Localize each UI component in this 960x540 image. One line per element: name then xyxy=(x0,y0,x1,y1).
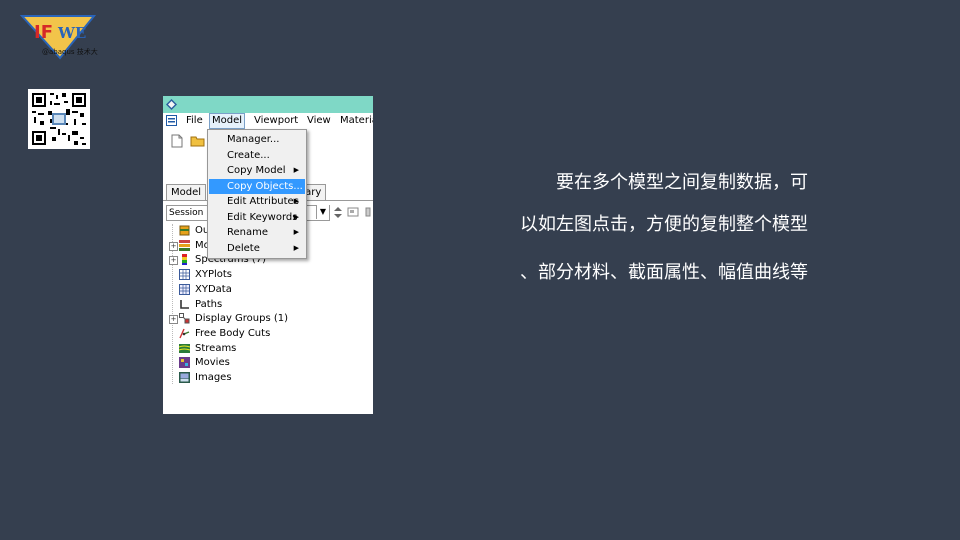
movies-icon xyxy=(179,357,190,369)
menu-item-create[interactable]: Create... xyxy=(209,148,305,163)
tree-item-label: Streams xyxy=(195,342,237,354)
tree-item-display-groups[interactable]: + Display Groups (1) xyxy=(167,312,367,326)
submenu-arrow-icon: ▶ xyxy=(293,197,299,205)
menu-item-rename[interactable]: Rename ▶ xyxy=(209,225,305,240)
tree-item-label: Display Groups (1) xyxy=(195,313,289,325)
tree-item-free-body-cuts[interactable]: Free Body Cuts xyxy=(167,327,367,341)
submenu-arrow-icon: ▶ xyxy=(293,243,299,252)
new-file-icon[interactable] xyxy=(171,134,183,148)
menu-file[interactable]: File xyxy=(186,115,203,126)
logo-subtext: @abaqus 技术大 xyxy=(42,48,98,56)
path-icon xyxy=(180,299,189,309)
submenu-arrow-icon: ▶ xyxy=(293,166,299,174)
menu-item-label: Delete xyxy=(227,242,260,254)
menu-item-label: Manager... xyxy=(227,134,280,145)
images-icon xyxy=(179,372,190,383)
filter-icon[interactable] xyxy=(347,206,359,218)
abaqus-screenshot: File Model Viewport View Materia Model r… xyxy=(163,96,373,414)
menu-item-label: Edit Attributes xyxy=(227,196,299,207)
menu-material[interactable]: Materia xyxy=(340,115,373,126)
chevron-down-icon[interactable]: ▼ xyxy=(316,205,329,219)
sort-arrows-icon[interactable] xyxy=(333,206,343,219)
menu-item-label: Copy Model xyxy=(227,165,286,176)
menu-item-delete[interactable]: Delete ▶ xyxy=(209,241,305,256)
menu-item-label: Copy Objects... xyxy=(227,180,303,192)
expand-icon[interactable]: + xyxy=(169,241,178,251)
output-db-icon xyxy=(179,225,190,236)
tree-item-label: Free Body Cuts xyxy=(195,327,271,339)
tree-item-xyplots[interactable]: XYPlots xyxy=(167,268,367,282)
toolbar-more-icon[interactable] xyxy=(364,206,372,218)
menubar: File Model Viewport View Materia xyxy=(163,113,373,129)
window-titlebar xyxy=(163,96,373,113)
expand-icon[interactable]: + xyxy=(169,256,178,266)
window-menu-icon[interactable] xyxy=(166,115,177,126)
streams-icon xyxy=(179,343,190,353)
description-line-1: 要在多个模型之间复制数据，可 xyxy=(556,172,808,193)
menu-item-label: Create... xyxy=(227,149,270,161)
abaqus-app-icon xyxy=(166,99,177,110)
description-line-3: 、部分材料、截面属性、幅值曲线等 xyxy=(520,262,808,283)
menu-item-label: Rename xyxy=(227,227,269,238)
tab-model[interactable]: Model xyxy=(166,184,207,200)
tree-item-images[interactable]: Images xyxy=(167,371,367,385)
tree-item-movies[interactable]: Movies xyxy=(167,356,367,370)
tree-item-paths[interactable]: Paths xyxy=(167,298,367,312)
menu-item-manager[interactable]: Manager... xyxy=(209,132,305,147)
submenu-arrow-icon: ▶ xyxy=(293,212,299,221)
model-menu-dropdown: Manager... Create... Copy Model ▶ Copy O… xyxy=(207,129,307,259)
description-line-2: 以如左图点击，方便的复制整个模型 xyxy=(520,214,808,235)
menu-model[interactable]: Model xyxy=(209,113,246,129)
xyplot-icon xyxy=(179,269,190,281)
menu-item-edit-attributes[interactable]: Edit Attributes ▶ xyxy=(209,194,305,209)
tree-item-label: XYData xyxy=(195,283,232,295)
submenu-arrow-icon: ▶ xyxy=(293,228,299,236)
tree-item-label: Movies xyxy=(195,357,230,369)
expand-icon[interactable]: + xyxy=(169,315,178,325)
menu-viewport[interactable]: Viewport xyxy=(254,115,298,126)
tree-item-streams[interactable]: Streams xyxy=(167,342,367,356)
qr-code xyxy=(28,89,90,149)
menu-item-edit-keywords[interactable]: Edit Keywords ▶ xyxy=(209,210,305,225)
display-group-icon xyxy=(179,313,190,324)
spectrum-icon xyxy=(182,254,187,266)
logo-if-text: IF xyxy=(34,22,53,43)
model-stack-icon xyxy=(179,239,190,251)
logo-we-text: WE xyxy=(57,24,86,42)
tree-item-label: Paths xyxy=(195,298,223,310)
tree-item-label: XYPlots xyxy=(195,269,233,281)
tree-item-xydata[interactable]: XYData xyxy=(167,283,367,297)
tree-item-label: Images xyxy=(195,372,232,383)
menu-item-copy-model[interactable]: Copy Model ▶ xyxy=(209,163,305,178)
menu-view[interactable]: View xyxy=(307,115,331,126)
menu-item-label: Edit Keywords xyxy=(227,211,298,223)
free-body-icon xyxy=(179,328,190,339)
menu-item-copy-objects[interactable]: Copy Objects... xyxy=(209,178,305,194)
xydata-icon xyxy=(179,283,190,295)
open-folder-icon[interactable] xyxy=(190,134,206,147)
